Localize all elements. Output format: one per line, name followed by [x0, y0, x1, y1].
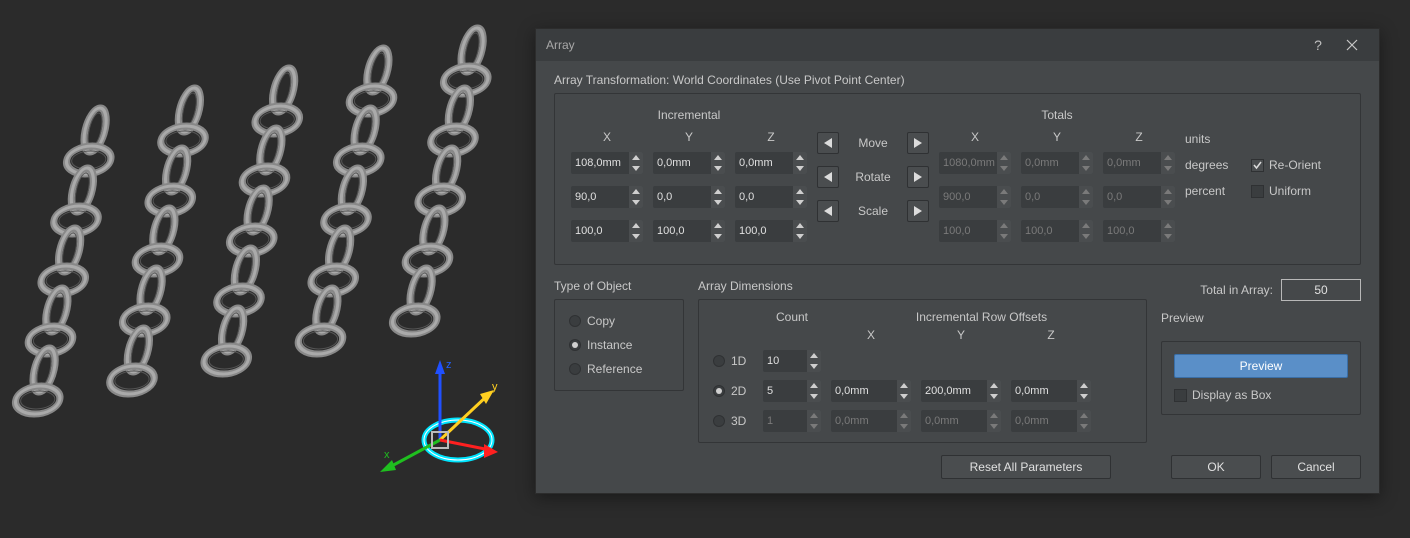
dim-1d-radio[interactable]: 1D — [713, 354, 753, 368]
viewport-3d[interactable]: z y x — [0, 0, 540, 538]
dim-2d-y-spinner[interactable]: 200,0mm — [921, 380, 1001, 402]
reorient-label: Re-Orient — [1269, 158, 1321, 172]
display-as-box-label: Display as Box — [1192, 388, 1271, 402]
scale-inc-x-spinner[interactable]: 100,0 — [571, 220, 643, 242]
move-gizmo[interactable]: z y x — [380, 350, 520, 470]
dim-2d-z-spinner[interactable]: 0,0mm — [1011, 380, 1091, 402]
array-dialog: Array ? Array Transformation: World Coor… — [535, 28, 1380, 494]
offsets-header: Incremental Row Offsets — [831, 310, 1132, 324]
cancel-button[interactable]: Cancel — [1271, 455, 1361, 479]
dim-3d-count-spinner[interactable]: 1 — [763, 410, 821, 432]
move-label: Move — [849, 136, 897, 150]
uniform-checkbox[interactable]: Uniform — [1251, 184, 1311, 198]
move-inc-z-spinner[interactable]: 0,0mm — [735, 152, 807, 174]
axis-y-t: Y — [1021, 130, 1093, 144]
move-left-btn[interactable] — [817, 132, 839, 154]
reorient-checkbox[interactable]: Re-Orient — [1251, 158, 1321, 172]
percent-label: percent — [1185, 184, 1241, 198]
type-copy-radio[interactable]: Copy — [569, 314, 669, 328]
scale-tot-x-spinner[interactable]: 100,0 — [939, 220, 1011, 242]
svg-text:z: z — [446, 359, 452, 371]
scale-tot-y-spinner[interactable]: 100,0 — [1021, 220, 1093, 242]
count-header: Count — [763, 310, 821, 324]
totals-header: Totals — [939, 108, 1175, 122]
scale-right-btn[interactable] — [907, 200, 929, 222]
dim-axis-z: Z — [1011, 328, 1091, 342]
close-button[interactable] — [1335, 33, 1369, 57]
dim-2d-radio[interactable]: 2D — [713, 384, 753, 398]
rotate-inc-x-spinner[interactable]: 90,0 — [571, 186, 643, 208]
dim-3d-z-spinner[interactable]: 0,0mm — [1011, 410, 1091, 432]
type-instance-radio[interactable]: Instance — [569, 338, 669, 352]
dim-1d-count-spinner[interactable]: 10 — [763, 350, 821, 372]
scale-inc-z-spinner[interactable]: 100,0 — [735, 220, 807, 242]
preview-button[interactable]: Preview — [1174, 354, 1348, 378]
axis-y: Y — [653, 130, 725, 144]
dialog-title: Array — [546, 38, 1301, 52]
rotate-left-btn[interactable] — [817, 166, 839, 188]
scale-tot-z-spinner[interactable]: 100,0 — [1103, 220, 1175, 242]
axis-z-t: Z — [1103, 130, 1175, 144]
total-label: Total in Array: — [1200, 283, 1273, 297]
display-as-box-checkbox[interactable]: Display as Box — [1174, 388, 1348, 402]
rotate-right-btn[interactable] — [907, 166, 929, 188]
axis-z: Z — [735, 130, 807, 144]
axis-x-t: X — [939, 130, 1011, 144]
move-inc-y-spinner[interactable]: 0,0mm — [653, 152, 725, 174]
dim-axis-x: X — [831, 328, 911, 342]
rotate-tot-z-spinner[interactable]: 0,0 — [1103, 186, 1175, 208]
svg-text:y: y — [492, 381, 498, 393]
total-value: 50 — [1281, 279, 1361, 301]
preview-title: Preview — [1161, 311, 1361, 325]
move-tot-y-spinner[interactable]: 0,0mm — [1021, 152, 1093, 174]
dialog-titlebar[interactable]: Array ? — [536, 29, 1379, 61]
rotate-tot-x-spinner[interactable]: 900,0 — [939, 186, 1011, 208]
units-label: units — [1185, 132, 1241, 146]
dim-title: Array Dimensions — [698, 279, 1147, 293]
uniform-label: Uniform — [1269, 184, 1311, 198]
transformation-label: Array Transformation: World Coordinates … — [554, 73, 1361, 87]
dim-2d-count-spinner[interactable]: 5 — [763, 380, 821, 402]
dim-2d-x-spinner[interactable]: 0,0mm — [831, 380, 911, 402]
rotate-inc-z-spinner[interactable]: 0,0 — [735, 186, 807, 208]
degrees-label: degrees — [1185, 158, 1241, 172]
move-inc-x-spinner[interactable]: 108,0mm — [571, 152, 643, 174]
move-right-btn[interactable] — [907, 132, 929, 154]
type-reference-radio[interactable]: Reference — [569, 362, 669, 376]
dim-3d-x-spinner[interactable]: 0,0mm — [831, 410, 911, 432]
incremental-header: Incremental — [571, 108, 807, 122]
type-title: Type of Object — [554, 279, 684, 293]
transformation-fieldset: Incremental X Y Z 108,0mm 0,0mm 0,0mm 9 — [554, 93, 1361, 265]
scale-left-btn[interactable] — [817, 200, 839, 222]
reset-button[interactable]: Reset All Parameters — [941, 455, 1111, 479]
move-tot-x-spinner[interactable]: 1080,0mm — [939, 152, 1011, 174]
rotate-tot-y-spinner[interactable]: 0,0 — [1021, 186, 1093, 208]
rotate-label: Rotate — [849, 170, 897, 184]
scale-label: Scale — [849, 204, 897, 218]
dim-3d-y-spinner[interactable]: 0,0mm — [921, 410, 1001, 432]
rotate-inc-y-spinner[interactable]: 0,0 — [653, 186, 725, 208]
dim-3d-radio[interactable]: 3D — [713, 414, 753, 428]
scale-inc-y-spinner[interactable]: 100,0 — [653, 220, 725, 242]
ok-button[interactable]: OK — [1171, 455, 1261, 479]
dim-axis-y: Y — [921, 328, 1001, 342]
svg-text:x: x — [384, 449, 390, 461]
move-tot-z-spinner[interactable]: 0,0mm — [1103, 152, 1175, 174]
help-button[interactable]: ? — [1301, 33, 1335, 57]
axis-x: X — [571, 130, 643, 144]
